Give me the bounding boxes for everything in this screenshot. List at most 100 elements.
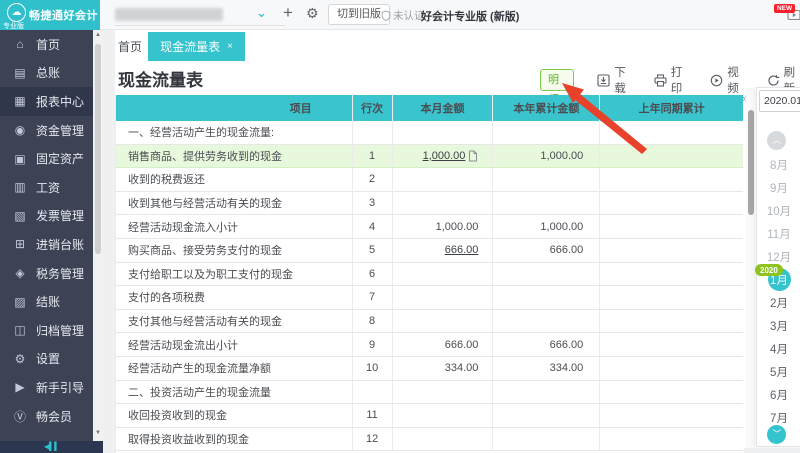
company-name-redacted[interactable]: [115, 8, 223, 21]
guide-icon: ▶: [13, 380, 27, 394]
drill-down-amount-link[interactable]: 1,000.00: [423, 150, 466, 162]
scroll-up-icon[interactable]: ▲: [93, 32, 103, 38]
closing-icon: ▨: [13, 295, 27, 309]
general-ledger-icon: ▤: [13, 66, 27, 80]
sidebar-item-label: 结账: [36, 293, 60, 310]
download-button[interactable]: 下载: [597, 64, 630, 96]
sidebar-nav: ⌂首页▤总账▦报表中心◉资金管理▣固定资产▥工资▧发票管理⊞进销台账◈税务管理▨…: [0, 30, 93, 441]
download-label: 下载: [614, 64, 630, 96]
gear-icon[interactable]: ⚙: [306, 5, 319, 22]
month-label: 2月: [770, 295, 788, 311]
sidebar-item-label: 归档管理: [36, 322, 84, 339]
month-amount-cell: 666.00: [393, 333, 494, 356]
month-item[interactable]: 6月: [757, 383, 800, 406]
print-label: 打印: [671, 64, 687, 96]
amount-value: 1,000.00: [436, 221, 479, 233]
certification-status[interactable]: 未认证: [381, 8, 425, 23]
item-cell: 经营活动现金流入小计: [116, 215, 353, 238]
month-amount-cell: [393, 192, 494, 215]
sidebar-item-label: 税务管理: [36, 265, 84, 282]
item-cell: 购买商品、接受劳务支付的现金: [116, 239, 353, 262]
month-item[interactable]: 8月: [757, 153, 800, 176]
column-header: 项目: [116, 95, 353, 121]
detail-button[interactable]: 明细: [540, 69, 574, 91]
refresh-icon: [767, 74, 780, 87]
sidebar-item-home[interactable]: ⌂首页: [0, 30, 93, 59]
sidebar-item-label: 设置: [36, 350, 60, 367]
sidebar-item-tax[interactable]: ◈税务管理: [0, 259, 93, 288]
prev-amount-cell: [600, 404, 743, 427]
year-amount-cell: [493, 121, 600, 144]
prev-amount-cell: [600, 145, 743, 168]
year-amount-cell: [493, 192, 600, 215]
tab-home[interactable]: 首页: [118, 38, 142, 55]
sidebar-item-closing[interactable]: ▨ 结账: [0, 287, 93, 316]
sidebar-item-funds[interactable]: ◉资金管理: [0, 116, 93, 145]
sidebar-scrollbar-thumb[interactable]: [95, 44, 101, 254]
sidebar-item-label: 畅会员: [36, 408, 72, 425]
month-item[interactable]: 3月: [757, 314, 800, 337]
month-item[interactable]: 11月: [757, 222, 800, 245]
month-label: 3月: [770, 318, 788, 334]
table-row: 经营活动现金流出小计9666.00666.00: [116, 333, 743, 357]
month-item[interactable]: 4月: [757, 337, 800, 360]
month-amount-cell: 1,000.00: [393, 215, 494, 238]
month-item[interactable]: 10月: [757, 199, 800, 222]
tab-cash-flow-statement[interactable]: 现金流量表 ×: [148, 32, 245, 61]
month-amount-cell: [393, 310, 494, 333]
download-icon: [597, 74, 610, 87]
table-row: 支付其他与经营活动有关的现金8: [116, 310, 743, 334]
sidebar-item-settings[interactable]: ⚙设置: [0, 345, 93, 374]
drill-down-amount-link[interactable]: 666.00: [445, 244, 479, 256]
table-row: 经营活动现金流入小计41,000.001,000.00: [116, 215, 743, 239]
months-page-down-icon[interactable]: ﹀: [767, 425, 786, 444]
period-input[interactable]: [759, 90, 800, 112]
year-amount-cell: [493, 286, 600, 309]
line-cell: [353, 381, 393, 404]
voucher-doc-icon[interactable]: [468, 150, 478, 162]
item-cell: 支付的各项税费: [116, 286, 353, 309]
period-picker-panel: ︿ 2020 8月9月10月11月12月1月2月3月4月5月6月7月 ﹀: [756, 87, 800, 447]
sidebar-item-purchase-sales[interactable]: ⊞进销台账: [0, 230, 93, 259]
add-account-set-icon[interactable]: +: [283, 3, 293, 23]
prev-amount-cell: [600, 192, 743, 215]
purchase-sales-icon: ⊞: [13, 237, 27, 251]
sidebar-item-fixed-assets[interactable]: ▣固定资产: [0, 144, 93, 173]
close-tab-icon[interactable]: ×: [227, 41, 233, 52]
sidebar-item-salary[interactable]: ▥工资: [0, 173, 93, 202]
year-amount-cell: 666.00: [493, 239, 600, 262]
months-page-up-icon[interactable]: ︿: [767, 131, 786, 150]
product-name-label: 好会计专业版 (新版): [421, 8, 519, 24]
table-row: 取得投资收益收到的现金12: [116, 428, 743, 452]
line-cell: 2: [353, 168, 393, 191]
print-button[interactable]: 打印: [654, 64, 687, 96]
month-item[interactable]: 5月: [757, 360, 800, 383]
collapse-sidebar-icon[interactable]: ◀▍▍: [44, 442, 59, 451]
sidebar-item-guide[interactable]: ▶新手引导: [0, 373, 93, 402]
prev-amount-cell: [600, 263, 743, 286]
month-amount-cell: [393, 428, 494, 451]
item-cell: 一、经营活动产生的现金流量:: [116, 121, 353, 144]
sidebar-item-archive[interactable]: ◫归档管理: [0, 316, 93, 345]
month-label: 8月: [770, 157, 788, 173]
table-scrollbar-thumb[interactable]: [748, 110, 754, 215]
sidebar-item-general-ledger[interactable]: ▤总账: [0, 59, 93, 88]
sidebar-item-label: 报表中心: [36, 93, 84, 110]
table-scrollbar[interactable]: [746, 88, 755, 453]
fixed-assets-icon: ▣: [13, 152, 27, 166]
sidebar-scrollbar[interactable]: ▲ ▼: [93, 30, 103, 441]
prev-amount-cell: [600, 239, 743, 262]
sidebar-item-member[interactable]: Ⓥ畅会员: [0, 402, 93, 431]
item-cell: 支付其他与经营活动有关的现金: [116, 310, 353, 333]
sidebar-item-invoice[interactable]: ▧发票管理: [0, 202, 93, 231]
play-circle-icon: [710, 74, 723, 87]
panel-footer-strip: [744, 448, 800, 453]
month-item[interactable]: 2月: [757, 291, 800, 314]
sidebar-item-report-center[interactable]: ▦报表中心: [0, 87, 93, 116]
scroll-down-icon[interactable]: ▼: [93, 430, 103, 436]
item-cell: 收到其他与经营活动有关的现金: [116, 192, 353, 215]
video-button[interactable]: 视频: [710, 64, 743, 96]
month-item[interactable]: 9月: [757, 176, 800, 199]
company-chevron-down-icon[interactable]: ⌄: [256, 5, 267, 21]
year-amount-cell: 1,000.00: [493, 215, 600, 238]
